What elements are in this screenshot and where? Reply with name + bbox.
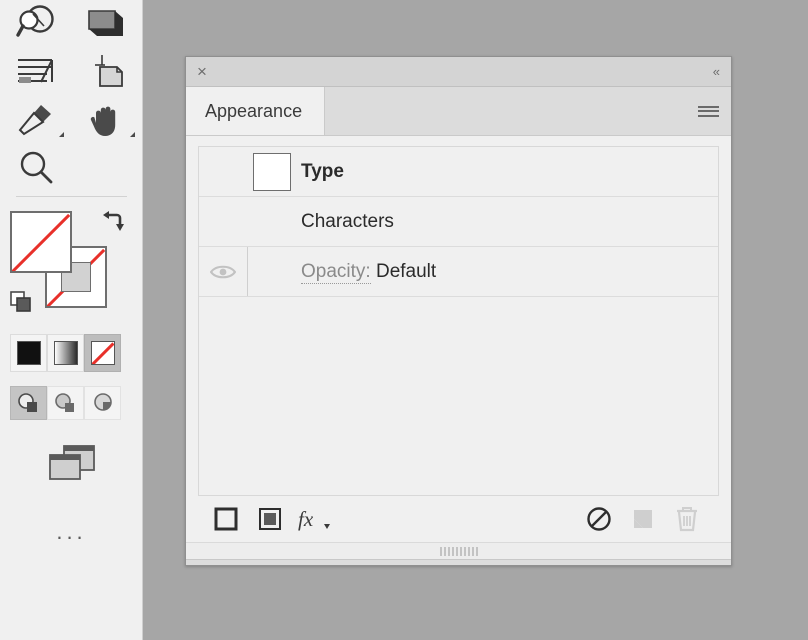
hand-icon	[86, 101, 128, 139]
resize-grip-icon	[440, 547, 478, 556]
circle-slash-icon	[586, 506, 612, 532]
color-mode-buttons	[10, 334, 122, 372]
draw-behind-icon	[53, 392, 79, 414]
clear-appearance-button[interactable]	[577, 497, 621, 541]
opacity-link[interactable]: Opacity:	[301, 261, 371, 284]
opacity-value[interactable]: Default	[376, 261, 436, 282]
toolbar-divider	[16, 196, 127, 197]
color-mode-gradient[interactable]	[47, 334, 84, 372]
hamburger-icon	[698, 103, 719, 119]
tool-empty-slot	[71, 144, 142, 192]
panel-footer-toolbar: fx	[186, 496, 731, 542]
fill-stroke-indicator	[0, 203, 143, 328]
hand-tool[interactable]	[71, 96, 142, 144]
default-fill-stroke-icon[interactable]	[10, 291, 32, 313]
panel-body: Type Characters Op	[186, 136, 731, 496]
live-paint-bucket-tool[interactable]	[71, 0, 142, 48]
change-screen-mode-button[interactable]	[0, 432, 143, 492]
appearance-panel: × « Appearance	[185, 56, 732, 566]
add-new-stroke-button[interactable]	[204, 497, 248, 541]
artboard-icon	[86, 53, 128, 91]
none-color-icon	[91, 341, 115, 365]
swap-fill-stroke-icon[interactable]	[101, 209, 125, 233]
drawing-mode-behind[interactable]	[47, 386, 84, 420]
eyedropper-icon	[15, 101, 57, 139]
trash-icon	[674, 505, 700, 533]
tool-flyout-indicator	[130, 132, 135, 137]
artboard-tool[interactable]	[71, 48, 142, 96]
delete-item-button[interactable]	[665, 497, 709, 541]
visibility-cell	[199, 197, 247, 246]
color-mode-color[interactable]	[10, 334, 47, 372]
square-outline-icon	[213, 506, 239, 532]
fill-none-slash-icon	[12, 213, 70, 271]
tab-appearance[interactable]: Appearance	[186, 87, 325, 135]
tab-appearance-label: Appearance	[205, 101, 302, 122]
add-effect-button[interactable]: fx	[292, 497, 336, 541]
add-new-fill-button[interactable]	[248, 497, 292, 541]
draw-inside-icon	[90, 392, 116, 414]
drawing-mode-normal[interactable]	[10, 386, 47, 420]
panel-menu-button[interactable]	[685, 87, 731, 135]
eyedropper-tool[interactable]	[0, 96, 71, 144]
opacity-row[interactable]: Opacity: Default	[199, 247, 718, 297]
edit-toolbar-label: ...	[56, 521, 86, 543]
perspective-grid-icon	[15, 55, 57, 89]
magnifier-icon	[15, 149, 57, 187]
change-screen-mode-icon	[44, 441, 100, 483]
shape-builder-icon	[15, 5, 57, 43]
panel-titlebar: × «	[186, 57, 731, 87]
draw-normal-icon	[16, 392, 42, 414]
type-thumbnail-cell	[248, 153, 296, 191]
live-paint-bucket-icon	[85, 7, 129, 41]
edit-toolbar-button[interactable]: ...	[0, 512, 143, 552]
table-row[interactable]: Characters	[199, 197, 718, 247]
fill-swatch[interactable]	[10, 211, 72, 273]
opacity-label-group: Opacity: Default	[248, 261, 436, 283]
tools-panel: ...	[0, 0, 143, 640]
tool-flyout-indicator	[59, 132, 64, 137]
color-mode-none[interactable]	[84, 334, 121, 372]
tabstrip-filler	[325, 87, 685, 135]
eye-icon	[210, 264, 236, 280]
visibility-cell	[199, 147, 247, 196]
illustrator-window: ... × « Appearance	[0, 0, 808, 640]
drawing-mode-inside[interactable]	[84, 386, 121, 420]
duplicate-item-button[interactable]	[621, 497, 665, 541]
zoom-tool[interactable]	[0, 144, 71, 192]
attribute-label: Type	[296, 161, 344, 183]
drawing-mode-buttons	[10, 386, 122, 420]
panel-resize-handle[interactable]	[186, 542, 731, 559]
panel-bottom-edge	[186, 559, 731, 565]
gradient-icon	[54, 341, 78, 365]
square-filled-icon	[257, 506, 283, 532]
collapse-panel-icon[interactable]: «	[713, 65, 719, 78]
svg-text:fx: fx	[298, 507, 314, 531]
duplicate-icon	[630, 506, 656, 532]
appearance-thumbnail	[253, 153, 291, 191]
tool-grid	[0, 0, 143, 192]
solid-color-icon	[17, 341, 41, 365]
fx-icon: fx	[297, 505, 331, 533]
visibility-toggle[interactable]	[199, 247, 247, 296]
perspective-grid-tool[interactable]	[0, 48, 71, 96]
shape-builder-tool[interactable]	[0, 0, 71, 48]
attribute-label: Characters	[248, 211, 394, 233]
appearance-attribute-list: Type Characters Op	[198, 146, 719, 496]
close-icon[interactable]: ×	[197, 63, 207, 80]
table-row[interactable]: Type	[199, 147, 718, 197]
panel-tabstrip: Appearance	[186, 87, 731, 136]
